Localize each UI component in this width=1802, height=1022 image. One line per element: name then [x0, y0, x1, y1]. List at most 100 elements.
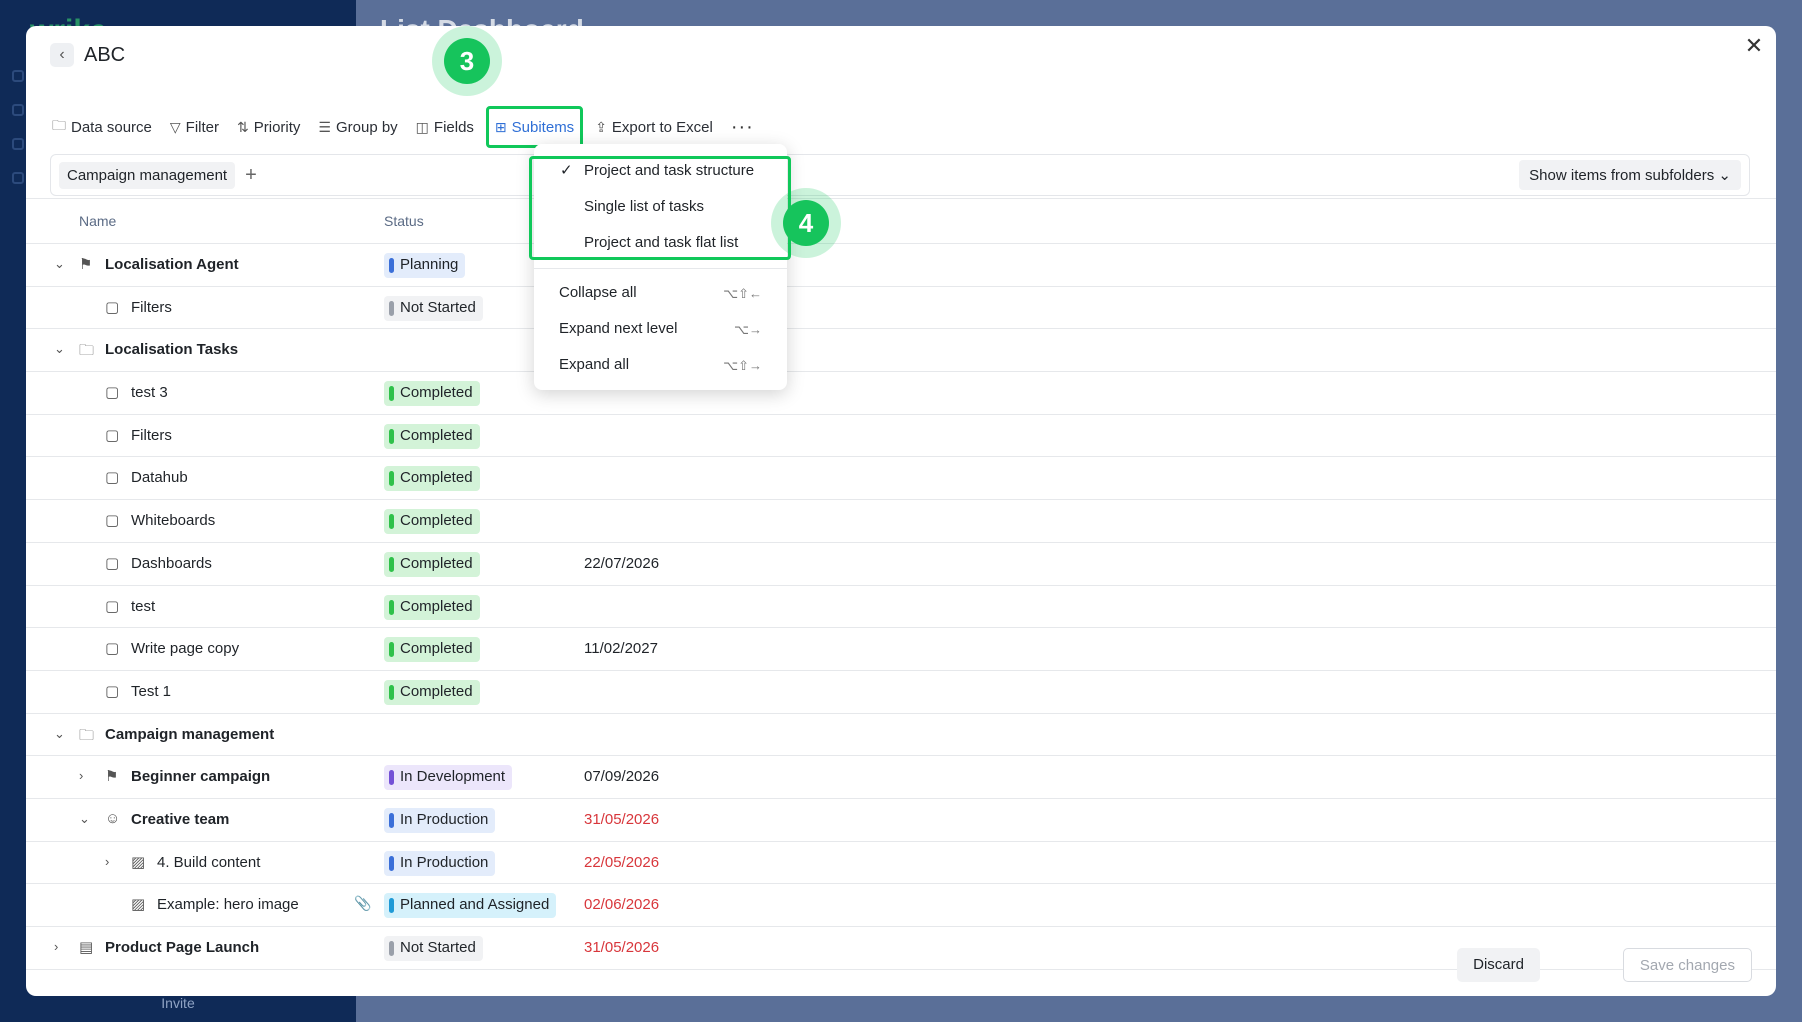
status-badge[interactable]: In Production [384, 850, 496, 876]
checkmark-icon: ✓ [560, 162, 573, 179]
dropdown-divider [534, 268, 787, 269]
chevron-down-icon[interactable]: ⌄ [54, 341, 65, 357]
export-to-excel-button[interactable]: ⇪ Export to Excel [595, 109, 713, 145]
task-icon: ▢ [105, 426, 120, 444]
folder-icon: 🗀 [52, 117, 66, 133]
back-button[interactable]: ‹ [50, 43, 74, 67]
close-icon[interactable]: ✕ [1740, 32, 1768, 60]
table-row[interactable]: ▢ Test 1 Completed [26, 671, 1776, 714]
chevron-right-icon[interactable]: › [105, 854, 109, 869]
group-icon: ☰ [318, 118, 331, 135]
task-icon: ▢ [105, 512, 120, 530]
export-icon: ⇪ [595, 118, 607, 135]
task-icon: ▢ [105, 384, 120, 402]
due-date[interactable]: 11/02/2027 [584, 640, 658, 657]
filter-icon: ▽ [169, 118, 181, 135]
add-filter-icon[interactable]: + [245, 164, 257, 187]
status-badge[interactable]: Planned and Assigned [384, 893, 557, 919]
filter-chip[interactable]: Campaign management [59, 161, 236, 189]
priority-button[interactable]: ⇅ Priority [237, 109, 300, 145]
table-row[interactable]: ▢ test Completed [26, 586, 1776, 629]
due-date[interactable]: 22/07/2026 [584, 555, 659, 572]
step-marker-4: 4 [771, 188, 841, 258]
fields-button[interactable]: ◫ Fields [416, 109, 474, 145]
status-badge[interactable]: Completed [384, 594, 480, 620]
task-icon: ▢ [105, 682, 120, 700]
chevron-left-icon: ‹ [59, 46, 65, 63]
status-badge[interactable]: Completed [384, 551, 480, 577]
option-project-task-structure[interactable]: Project and task structure [584, 162, 754, 179]
table-row[interactable]: ▢ Dashboards Completed 22/07/2026 [26, 543, 1776, 586]
table-row[interactable]: ▢ Whiteboards Completed [26, 500, 1776, 543]
subitems-icon: ⊞ [494, 118, 507, 135]
status-badge[interactable]: Completed [384, 381, 480, 407]
filter-button[interactable]: ▽ Filter [170, 109, 219, 145]
table-row[interactable]: ⌄ 🗀 Localisation Tasks [26, 329, 1776, 373]
save-changes-button[interactable]: Save changes [1622, 948, 1752, 982]
background-nav-icon [12, 172, 24, 184]
table-header: Name Status [26, 198, 1776, 244]
more-options-icon[interactable]: ··· [731, 109, 754, 145]
task-icon: ▢ [105, 469, 120, 487]
modal-title: ABC [84, 43, 126, 66]
status-badge[interactable]: In Development [384, 765, 513, 791]
table-view-modal: ✕ ‹ ABC 🗀 Data source ▽ Filter ⇅ Priority ☰… [26, 26, 1776, 996]
attachment-icon[interactable]: 📎 [354, 895, 371, 912]
column-header-name[interactable]: Name [79, 213, 116, 229]
option-single-list[interactable]: Single list of tasks [584, 198, 704, 215]
table-row[interactable]: ⌄ ☺ Creative team In Production 31/05/20… [26, 799, 1776, 842]
expand-all-shortcut: ⌥⇧→ [723, 358, 762, 373]
collapse-all-item[interactable]: Collapse all [559, 284, 637, 301]
table-row[interactable]: ▢ Filters Not Started [26, 287, 1776, 330]
due-date[interactable]: 22/05/2026 [584, 854, 659, 871]
status-badge[interactable]: Completed [384, 509, 480, 535]
table-row[interactable]: ▢ test 3 Completed [26, 372, 1776, 415]
chevron-down-icon[interactable]: ⌄ [54, 256, 65, 272]
discard-button[interactable]: Discard [1457, 948, 1540, 982]
project-icon: ⚑ [79, 256, 93, 273]
status-badge[interactable]: Completed [384, 679, 480, 705]
due-date[interactable]: 07/09/2026 [584, 768, 659, 785]
table-row[interactable]: › ⚑ Beginner campaign In Development 07/… [26, 756, 1776, 799]
expand-all-item[interactable]: Expand all [559, 356, 629, 373]
table-body: ⌄ ⚑ Localisation Agent Planning ▢ Filter… [26, 244, 1776, 970]
filter-bar: Campaign management + Show items from su… [50, 154, 1750, 196]
show-subfolders-dropdown[interactable]: Show items from subfolders ⌄ [1519, 160, 1741, 190]
table-row[interactable]: › ▨ 4. Build content In Production 22/05… [26, 842, 1776, 885]
status-badge[interactable]: In Production [384, 807, 496, 833]
status-badge[interactable]: Not Started [384, 295, 483, 321]
chevron-down-icon[interactable]: ⌄ [54, 726, 65, 742]
task-icon: ▢ [105, 597, 120, 615]
table-row[interactable]: ⌄ ⚑ Localisation Agent Planning [26, 244, 1776, 287]
status-badge[interactable]: Completed [384, 466, 480, 492]
expand-next-level-item[interactable]: Expand next level [559, 320, 677, 337]
option-flat-list[interactable]: Project and task flat list [584, 234, 738, 251]
group-by-button[interactable]: ☰ Group by [318, 109, 397, 145]
due-date[interactable]: 02/06/2026 [584, 896, 659, 913]
chevron-down-icon: ⌄ [1718, 167, 1731, 184]
task-icon: ▢ [105, 554, 120, 572]
table-row[interactable]: ▢ Filters Completed [26, 415, 1776, 458]
image-task-icon: ▨ [131, 853, 146, 871]
folder-icon: 🗀 [79, 726, 95, 744]
table-row[interactable]: ▨ Example: hero image 📎 Planned and Assi… [26, 884, 1776, 927]
chevron-right-icon[interactable]: › [79, 768, 83, 783]
table-row[interactable]: ⌄ 🗀 Campaign management [26, 714, 1776, 757]
collapse-all-shortcut: ⌥⇧← [723, 286, 762, 301]
background-nav-icon [12, 138, 24, 150]
chevron-down-icon[interactable]: ⌄ [79, 811, 90, 827]
team-icon: ☺ [105, 809, 121, 827]
table-row[interactable]: ▢ Write page copy Completed 11/02/2027 [26, 628, 1776, 671]
table-row[interactable]: ▢ Datahub Completed [26, 457, 1776, 501]
status-badge[interactable]: Completed [384, 423, 480, 449]
background-nav-icon [12, 104, 24, 116]
subitems-button[interactable]: ⊞ Subitems [485, 106, 584, 148]
data-source-button[interactable]: 🗀 Data source [52, 109, 152, 145]
due-date[interactable]: 31/05/2026 [584, 811, 659, 828]
modal-header: ‹ ABC [50, 40, 125, 70]
folder-icon: 🗀 [79, 342, 95, 360]
status-badge[interactable]: Completed [384, 637, 480, 663]
background-nav-icon [12, 70, 24, 82]
status-badge[interactable]: Planning [384, 253, 466, 278]
column-header-status[interactable]: Status [384, 213, 424, 229]
